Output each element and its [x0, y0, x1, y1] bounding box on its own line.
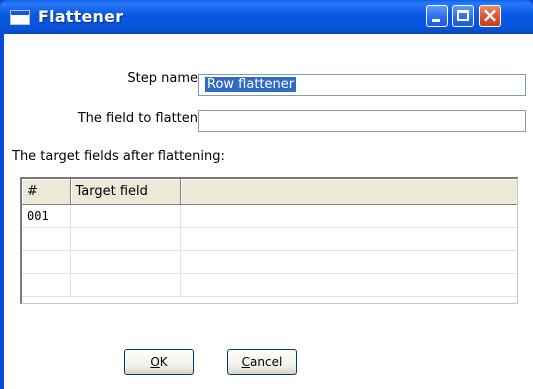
target-field-cell[interactable]: [70, 250, 181, 274]
minimize-icon: [432, 19, 440, 22]
maximize-icon: [457, 10, 469, 21]
step-name-input[interactable]: Row flattener: [198, 74, 526, 96]
column-header-target-field[interactable]: Target field: [70, 179, 181, 205]
row-number-cell[interactable]: [22, 250, 71, 274]
table-row[interactable]: 001: [22, 204, 517, 228]
close-button[interactable]: ×: [479, 3, 501, 27]
field-to-flatten-label: The field to flatten: [77, 111, 198, 126]
window-icon: [10, 10, 30, 25]
target-field-cell[interactable]: [70, 273, 181, 297]
row-number-cell[interactable]: [22, 273, 71, 297]
filler-cell: [180, 273, 517, 297]
filler-cell: [180, 204, 517, 228]
ok-mnemonic: O: [150, 355, 160, 369]
table-row[interactable]: [22, 273, 517, 297]
cancel-mnemonic: C: [241, 355, 251, 369]
cancel-button[interactable]: Cancel: [227, 349, 297, 375]
row-number-cell[interactable]: [22, 227, 71, 251]
title-bar[interactable]: Flattener ×: [0, 0, 533, 34]
filler-cell: [180, 227, 517, 251]
column-header-number[interactable]: #: [22, 179, 71, 205]
maximize-button[interactable]: [452, 5, 474, 27]
dialog-window: Flattener × Step name The field to flatt…: [0, 0, 533, 389]
step-name-value: Row flattener: [205, 77, 297, 92]
window-title: Flattener: [38, 7, 124, 26]
row-number-cell[interactable]: 001: [22, 204, 71, 228]
table-row[interactable]: [22, 227, 517, 251]
field-to-flatten-input[interactable]: [198, 110, 526, 132]
table-header-row: # Target field: [22, 179, 517, 205]
filler-cell: [180, 250, 517, 274]
target-field-cell[interactable]: [70, 227, 181, 251]
target-fields-label: The target fields after flattening:: [12, 149, 225, 164]
target-fields-table[interactable]: # Target field 001: [20, 177, 518, 304]
minimize-button[interactable]: [426, 5, 448, 27]
ok-button[interactable]: OK: [124, 349, 194, 375]
close-icon: ×: [481, 3, 499, 27]
ok-label-rest: K: [159, 355, 168, 369]
step-name-label: Step name: [127, 71, 198, 86]
target-field-cell[interactable]: [70, 204, 181, 228]
column-header-filler: [180, 179, 517, 205]
table-row[interactable]: [22, 250, 517, 274]
cancel-label-rest: ancel: [250, 355, 283, 369]
